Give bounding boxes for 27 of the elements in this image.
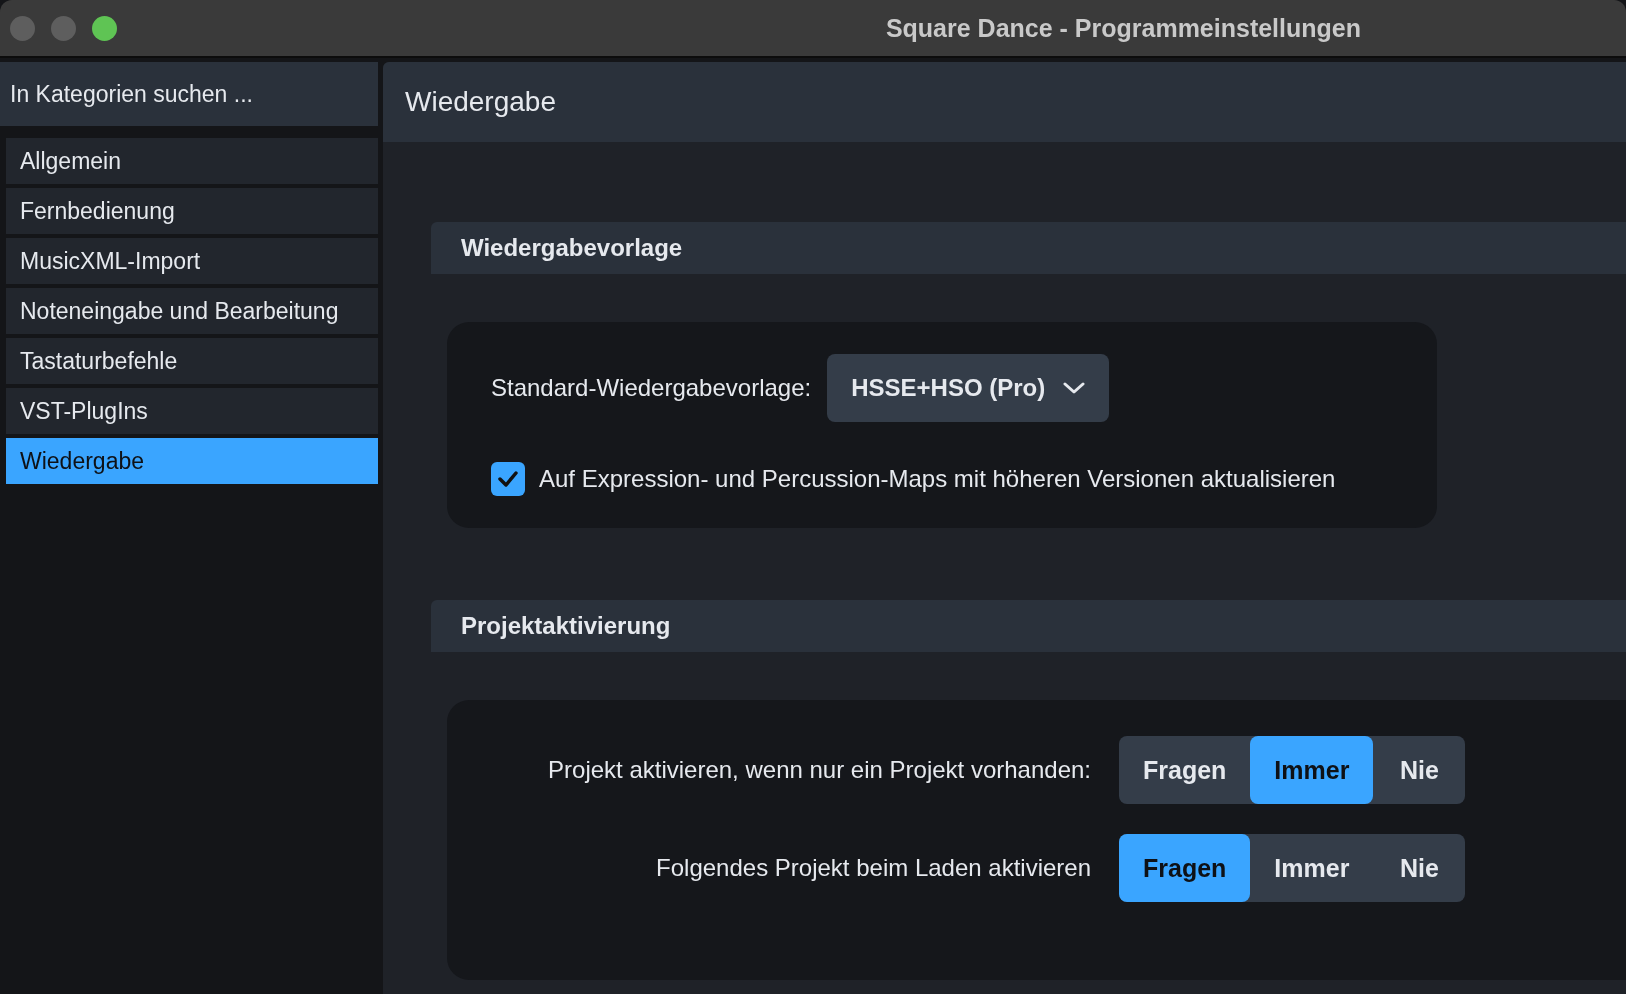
segment-option[interactable]: Fragen bbox=[1119, 834, 1251, 902]
segment-option[interactable]: Immer bbox=[1250, 834, 1374, 902]
sidebar-item[interactable]: Tastaturbefehle bbox=[6, 338, 378, 384]
field-label: Standard-Wiedergabevorlage: bbox=[491, 374, 812, 402]
segment-option[interactable]: Nie bbox=[1373, 736, 1466, 804]
sidebar-item[interactable]: Noteneingabe und Bearbeitung bbox=[6, 288, 378, 334]
field-label: Projekt aktivieren, wenn nur ein Projekt vorhanden: bbox=[547, 756, 1091, 784]
sidebar-item[interactable]: Fernbedienung bbox=[6, 188, 378, 234]
window-title: Square Dance - Programmeinstellungen bbox=[885, 13, 1361, 43]
segment-option[interactable]: Immer bbox=[1250, 736, 1374, 804]
sidebar-item[interactable]: MusicXML-Import bbox=[6, 238, 378, 284]
page-title: Wiedergabe bbox=[405, 86, 556, 118]
sidebar-item[interactable]: VST-PlugIns bbox=[6, 388, 378, 434]
zoom-button[interactable] bbox=[92, 15, 117, 41]
sidebar-item[interactable]: Allgemein bbox=[6, 138, 378, 184]
field-label: Folgendes Projekt beim Laden aktivieren bbox=[655, 854, 1091, 882]
checkbox[interactable] bbox=[491, 462, 525, 496]
chevron-down-icon bbox=[1063, 381, 1086, 395]
segment-option[interactable]: Fragen bbox=[1119, 736, 1251, 804]
section-title: Wiedergabevorlage bbox=[461, 234, 683, 262]
segment-option[interactable]: Nie bbox=[1373, 834, 1466, 902]
sidebar-item[interactable]: Wiedergabe bbox=[6, 438, 378, 484]
search-field[interactable]: In Kategorien suchen ... bbox=[0, 62, 378, 126]
section-title: Projektaktivierung bbox=[461, 612, 671, 640]
checkbox-label: Auf Expression- und Percussion-Maps mit höheren Versionen aktualisieren bbox=[539, 465, 1336, 493]
template-dropdown[interactable]: HSSE+HSO (Pro) bbox=[827, 354, 1110, 422]
checkmark-icon bbox=[497, 470, 519, 488]
